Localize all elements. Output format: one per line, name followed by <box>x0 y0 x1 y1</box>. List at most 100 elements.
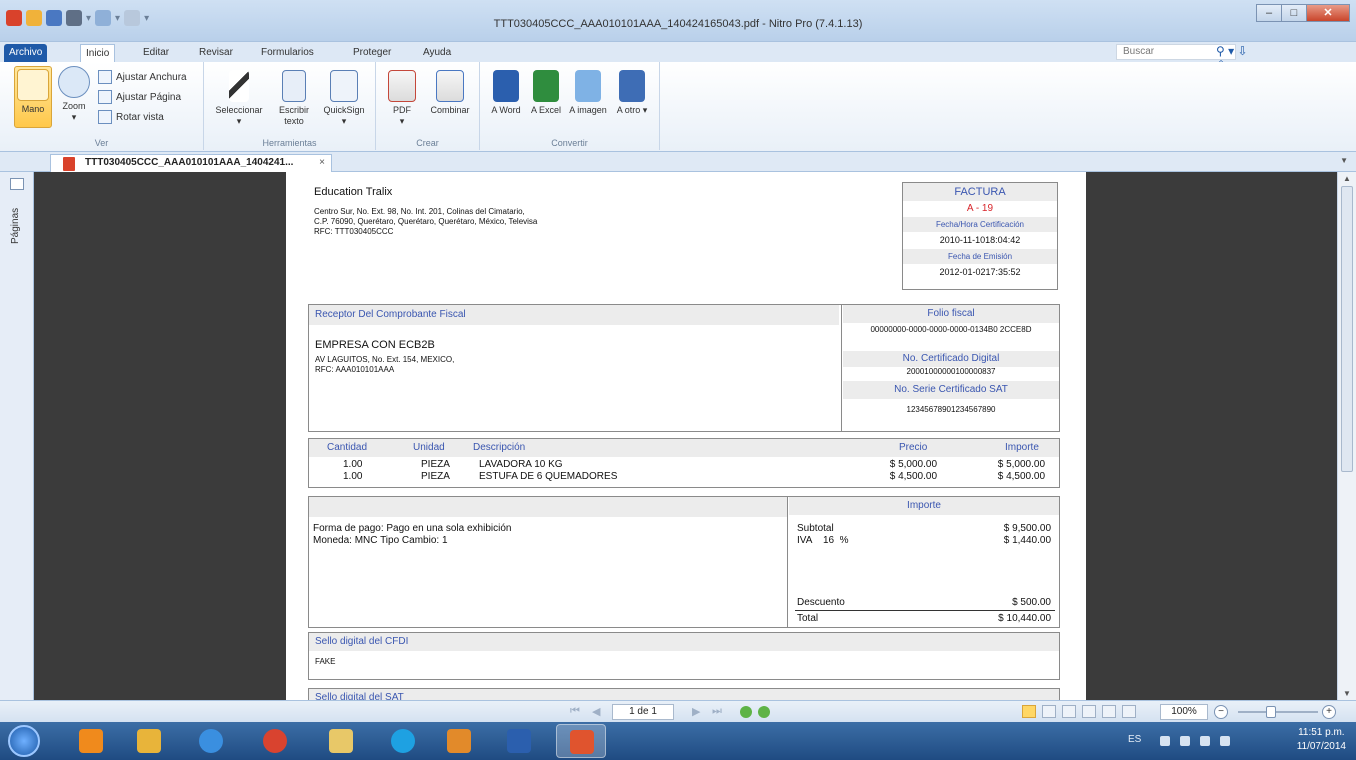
document-tab[interactable]: TTT030405CCC_AAA010101AAA_1404241... × <box>50 154 332 172</box>
open-folder-icon[interactable] <box>26 10 42 26</box>
subtotal-label: Subtotal <box>797 523 834 534</box>
ajustar-anchura-button[interactable]: Ajustar Anchura <box>98 68 187 86</box>
continuous-view-icon[interactable] <box>1042 705 1056 718</box>
factura-title: FACTURA <box>903 183 1057 201</box>
side-panel: Páginas <box>0 172 34 700</box>
facing-continuous-view-icon[interactable] <box>1082 705 1096 718</box>
ajustar-pagina-button[interactable]: Ajustar Página <box>98 88 181 106</box>
undo-icon[interactable] <box>95 10 112 26</box>
zoom-level[interactable]: 100% <box>1160 704 1208 720</box>
scroll-up-icon[interactable]: ▲ <box>1338 174 1356 183</box>
pages-panel-tab[interactable]: Páginas <box>4 196 30 246</box>
minimize-button[interactable]: – <box>1256 4 1282 22</box>
print-dropdown-icon[interactable]: ▾ <box>86 13 91 24</box>
taskbar-word[interactable] <box>494 724 544 758</box>
pdf-button[interactable]: PDF ▾ <box>382 70 422 127</box>
taskbar-ie[interactable] <box>186 724 236 758</box>
print-icon[interactable] <box>66 10 82 26</box>
taskbar-media[interactable] <box>124 724 174 758</box>
vertical-scrollbar[interactable]: ▲ ▼ <box>1337 172 1356 700</box>
ribbon-group-convertir: A Word A Excel A imagen A otro ▾ Convert… <box>480 62 660 150</box>
item-importe: $ 4,500.00 <box>997 471 1045 482</box>
redo-icon[interactable] <box>124 10 141 26</box>
zoom-in-button[interactable]: + <box>1322 705 1336 719</box>
pages-panel-icon[interactable] <box>10 178 24 190</box>
previous-page-icon[interactable]: ◀ <box>592 705 600 718</box>
col-importe: Importe <box>1005 442 1039 453</box>
group-label-ver: Ver <box>94 138 109 148</box>
zoom-out-button[interactable]: − <box>1214 705 1228 719</box>
a-word-button[interactable]: A Word <box>488 70 524 116</box>
a-excel-button[interactable]: A Excel <box>528 70 564 116</box>
quicksign-button[interactable]: QuickSign ▾ <box>316 70 372 127</box>
file-explorer-icon <box>329 729 353 753</box>
totals-divider <box>787 497 788 627</box>
tab-formularios[interactable]: Formularios <box>256 44 319 62</box>
document-view[interactable]: Education Tralix Centro Sur, No. Ext. 98… <box>34 172 1337 700</box>
rotar-vista-button[interactable]: Rotar vista <box>98 108 164 126</box>
scroll-thumb[interactable] <box>1341 186 1353 472</box>
go-forward-icon[interactable] <box>758 706 770 718</box>
scroll-down-icon[interactable]: ▼ <box>1338 689 1356 698</box>
factura-box: FACTURA A - 19 Fecha/Hora Certificación … <box>902 182 1058 290</box>
volume-icon[interactable] <box>1180 736 1190 746</box>
zoom-slider[interactable] <box>1238 711 1318 713</box>
page-number-field[interactable]: 1 de 1 <box>612 704 674 720</box>
fit-page-view-icon[interactable] <box>1122 705 1136 718</box>
receptor-rfc: RFC: AAA010101AAA <box>315 365 395 374</box>
first-page-icon[interactable]: ⏮ <box>570 705 580 718</box>
taskbar-onenote[interactable] <box>434 724 484 758</box>
tab-ayuda[interactable]: Ayuda <box>418 44 456 62</box>
seleccionar-button[interactable]: Seleccionar ▾ <box>206 70 272 127</box>
sello-sat-header: Sello digital del SAT <box>309 689 1059 700</box>
taskbar-nitro[interactable] <box>556 724 606 758</box>
nitro-logo-icon[interactable] <box>6 10 22 26</box>
tab-proteger[interactable]: Proteger <box>348 44 396 62</box>
facing-view-icon[interactable] <box>1062 705 1076 718</box>
battery-icon[interactable] <box>1220 736 1230 746</box>
tab-archivo[interactable]: Archivo <box>4 44 48 62</box>
create-pdf-icon <box>388 70 416 102</box>
fit-width-icon <box>98 70 112 84</box>
zoom-slider-knob[interactable] <box>1266 706 1276 718</box>
go-back-icon[interactable] <box>740 706 752 718</box>
emisor-address-2: C.P. 76090, Querétaro, Querétaro, Querét… <box>314 217 538 226</box>
customize-toolbar-icon[interactable]: ▾ <box>144 13 149 24</box>
taskbar-outlook[interactable] <box>66 724 116 758</box>
escribir-texto-button[interactable]: Escribir texto <box>274 70 314 127</box>
close-tab-icon[interactable]: × <box>319 155 325 171</box>
taskbar-explorer[interactable] <box>316 724 366 758</box>
rotate-icon <box>98 110 112 124</box>
zoom-button[interactable]: Zoom ▾ <box>56 66 92 123</box>
signature-icon <box>330 70 358 102</box>
a-imagen-button[interactable]: A imagen <box>568 70 608 116</box>
maximize-button[interactable]: □ <box>1281 4 1307 22</box>
taskbar-chrome[interactable] <box>250 724 300 758</box>
single-page-view-icon[interactable] <box>1022 705 1036 718</box>
a-otro-button[interactable]: A otro ▾ <box>612 70 652 116</box>
close-button[interactable]: ✕ <box>1306 4 1350 22</box>
other-format-icon <box>619 70 645 102</box>
tab-inicio[interactable]: Inicio <box>80 44 116 62</box>
item-importe: $ 5,000.00 <box>997 459 1045 470</box>
tray-arrow-icon[interactable] <box>1160 736 1170 746</box>
next-page-icon[interactable]: ▶ <box>692 705 700 718</box>
tab-list-dropdown-icon[interactable]: ▼ <box>1340 156 1348 165</box>
undo-dropdown-icon[interactable]: ▾ <box>115 13 120 24</box>
taskbar-skype[interactable] <box>378 724 428 758</box>
combinar-button[interactable]: Combinar <box>424 70 476 116</box>
fit-width-view-icon[interactable] <box>1102 705 1116 718</box>
clock-date: 11/07/2014 <box>1296 741 1346 752</box>
last-page-icon[interactable]: ⏭ <box>712 705 722 718</box>
start-button[interactable] <box>8 725 40 757</box>
network-icon[interactable] <box>1200 736 1210 746</box>
item-descripcion: LAVADORA 10 KG <box>479 459 563 470</box>
language-indicator[interactable]: ES <box>1128 734 1141 745</box>
mano-button[interactable]: Mano <box>14 66 52 128</box>
internet-explorer-icon <box>199 729 223 753</box>
tab-editar[interactable]: Editar <box>138 44 174 62</box>
clock[interactable]: 11:51 p.m. 11/07/2014 <box>1297 726 1346 754</box>
media-player-icon <box>137 729 161 753</box>
tab-revisar[interactable]: Revisar <box>194 44 238 62</box>
save-icon[interactable] <box>46 10 62 26</box>
